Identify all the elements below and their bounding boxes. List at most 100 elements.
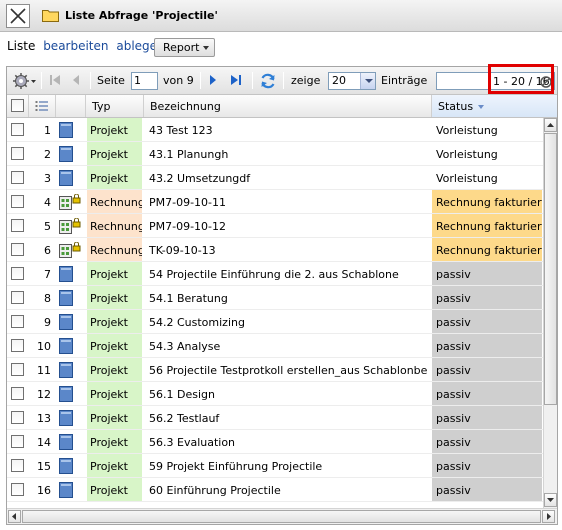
table-row[interactable]: 12 Projekt 56.1 Design passiv: [7, 382, 543, 406]
numbered-list-icon: [35, 101, 48, 111]
row-checkbox[interactable]: [11, 339, 24, 352]
table-row[interactable]: 1 Projekt 43 Test 123 Vorleistung: [7, 118, 543, 142]
chevron-down-icon: [203, 46, 209, 50]
row-type: Projekt: [87, 478, 142, 501]
refresh-icon[interactable]: [259, 72, 277, 90]
row-name[interactable]: PM7-09-10-12: [144, 214, 432, 237]
row-checkbox[interactable]: [11, 147, 24, 160]
row-checkbox[interactable]: [11, 315, 24, 328]
row-name[interactable]: 56.2 Testlauf: [144, 406, 432, 429]
row-name[interactable]: 56 Projectile Testprotkoll erstellen_aus…: [144, 358, 432, 381]
row-type: Projekt: [87, 358, 142, 381]
row-checkbox[interactable]: [11, 483, 24, 496]
sort-desc-icon: [478, 105, 485, 109]
row-checkbox[interactable]: [11, 411, 24, 424]
row-name[interactable]: 56.1 Design: [144, 382, 432, 405]
table-row[interactable]: 9 Projekt 54.2 Customizing passiv: [7, 310, 543, 334]
row-name[interactable]: 54.1 Beratung: [144, 286, 432, 309]
row-name[interactable]: PM7-09-10-11: [144, 190, 432, 213]
prev-page-icon[interactable]: [70, 72, 82, 88]
row-name[interactable]: 43 Test 123: [144, 118, 432, 141]
window-title: Liste Abfrage 'Projectile': [65, 9, 218, 22]
project-icon: [59, 410, 73, 429]
scroll-thumb[interactable]: [544, 133, 557, 405]
table-row[interactable]: 6 Rechnung TK-09-10-13 Rechnung fakturiert: [7, 238, 543, 262]
row-checkbox[interactable]: [11, 387, 24, 400]
horizontal-scrollbar[interactable]: [7, 508, 557, 524]
row-checkbox[interactable]: [11, 123, 24, 136]
select-all-checkbox[interactable]: [11, 99, 24, 112]
row-checkbox[interactable]: [11, 363, 24, 376]
menu-list[interactable]: Liste: [7, 39, 35, 53]
table-row[interactable]: 13 Projekt 56.2 Testlauf passiv: [7, 406, 543, 430]
scroll-left-button[interactable]: [8, 510, 21, 523]
table-row[interactable]: 3 Projekt 43.2 Umsetzungdf Vorleistung: [7, 166, 543, 190]
project-icon: [59, 122, 73, 141]
table-row[interactable]: 16 Projekt 60 Einführung Projectile passiv: [7, 478, 543, 502]
gear-icon[interactable]: [12, 72, 36, 90]
menu-edit-link[interactable]: bearbeiten: [43, 39, 108, 53]
table-row[interactable]: 4 Rechnung PM7-09-10-11 Rechnung fakturiert: [7, 190, 543, 214]
project-icon: [59, 434, 73, 453]
invoice-locked-icon: [59, 193, 81, 213]
row-number: 2: [44, 148, 51, 161]
row-name[interactable]: 54.2 Customizing: [144, 310, 432, 333]
scroll-up-button[interactable]: [544, 118, 557, 132]
row-status: passiv: [432, 478, 542, 501]
header-name[interactable]: Bezeichnung: [144, 95, 432, 117]
project-icon: [59, 170, 73, 189]
row-type: Projekt: [87, 142, 142, 165]
table-row[interactable]: 14 Projekt 56.3 Evaluation passiv: [7, 430, 543, 454]
header-status[interactable]: Status: [432, 95, 557, 117]
scroll-right-button[interactable]: [542, 510, 555, 523]
row-checkbox[interactable]: [11, 435, 24, 448]
row-checkbox[interactable]: [11, 459, 24, 472]
page-input[interactable]: 1: [131, 72, 158, 90]
first-page-icon[interactable]: [48, 72, 62, 88]
table-row[interactable]: 2 Projekt 43.1 Planungh Vorleistung: [7, 142, 543, 166]
row-name[interactable]: 56.3 Evaluation: [144, 430, 432, 453]
table-row[interactable]: 15 Projekt 59 Projekt Einführung Projectil…: [7, 454, 543, 478]
row-name[interactable]: 60 Einführung Projectile: [144, 478, 432, 501]
row-checkbox[interactable]: [11, 243, 24, 256]
toolbar-separator: [41, 72, 42, 89]
header-status-label: Status: [438, 100, 474, 113]
row-checkbox[interactable]: [11, 267, 24, 280]
table-row[interactable]: 10 Projekt 54.3 Analyse passiv: [7, 334, 543, 358]
next-page-icon[interactable]: [207, 72, 219, 88]
last-page-icon[interactable]: [229, 72, 243, 88]
close-icon[interactable]: [6, 4, 30, 28]
row-number: 4: [44, 196, 51, 209]
toolbar-separator: [252, 72, 253, 89]
report-button[interactable]: Report: [154, 38, 215, 57]
row-checkbox[interactable]: [11, 171, 24, 184]
row-checkbox[interactable]: [11, 195, 24, 208]
table-row[interactable]: 8 Projekt 54.1 Beratung passiv: [7, 286, 543, 310]
table-row[interactable]: 7 Projekt 54 Projectile Einführung die 2. …: [7, 262, 543, 286]
table-body: 1 Projekt 43 Test 123 Vorleistung 2 Projekt 43…: [7, 118, 543, 508]
row-name[interactable]: 43.2 Umsetzungdf: [144, 166, 432, 189]
row-type: Rechnung: [87, 214, 142, 237]
toolbar-separator: [283, 72, 284, 89]
page-size-select[interactable]: 20: [328, 72, 376, 90]
row-name[interactable]: 43.1 Planungh: [144, 142, 432, 165]
scroll-down-button[interactable]: [544, 493, 557, 507]
row-name[interactable]: TK-09-10-13: [144, 238, 432, 261]
page-label: Seite: [97, 74, 125, 87]
header-select-all[interactable]: [7, 95, 29, 117]
row-number: 10: [37, 340, 51, 353]
horizontal-scroll-thumb[interactable]: [22, 510, 541, 523]
row-number: 1: [44, 124, 51, 137]
row-checkbox[interactable]: [11, 291, 24, 304]
row-number: 7: [44, 268, 51, 281]
grid-toolbar: Seite 1 von 9 zeige 20 Einträge 1 - 20 /…: [7, 64, 557, 95]
project-icon: [59, 314, 73, 333]
table-row[interactable]: 5 Rechnung PM7-09-10-12 Rechnung fakturiert: [7, 214, 543, 238]
row-name[interactable]: 54 Projectile Einführung die 2. aus Scha…: [144, 262, 432, 285]
vertical-scrollbar[interactable]: [543, 118, 557, 508]
table-row[interactable]: 11 Projekt 56 Projectile Testprotkoll erst…: [7, 358, 543, 382]
row-name[interactable]: 59 Projekt Einführung Projectile: [144, 454, 432, 477]
row-checkbox[interactable]: [11, 219, 24, 232]
header-type[interactable]: Typ: [86, 95, 144, 117]
row-name[interactable]: 54.3 Analyse: [144, 334, 432, 357]
